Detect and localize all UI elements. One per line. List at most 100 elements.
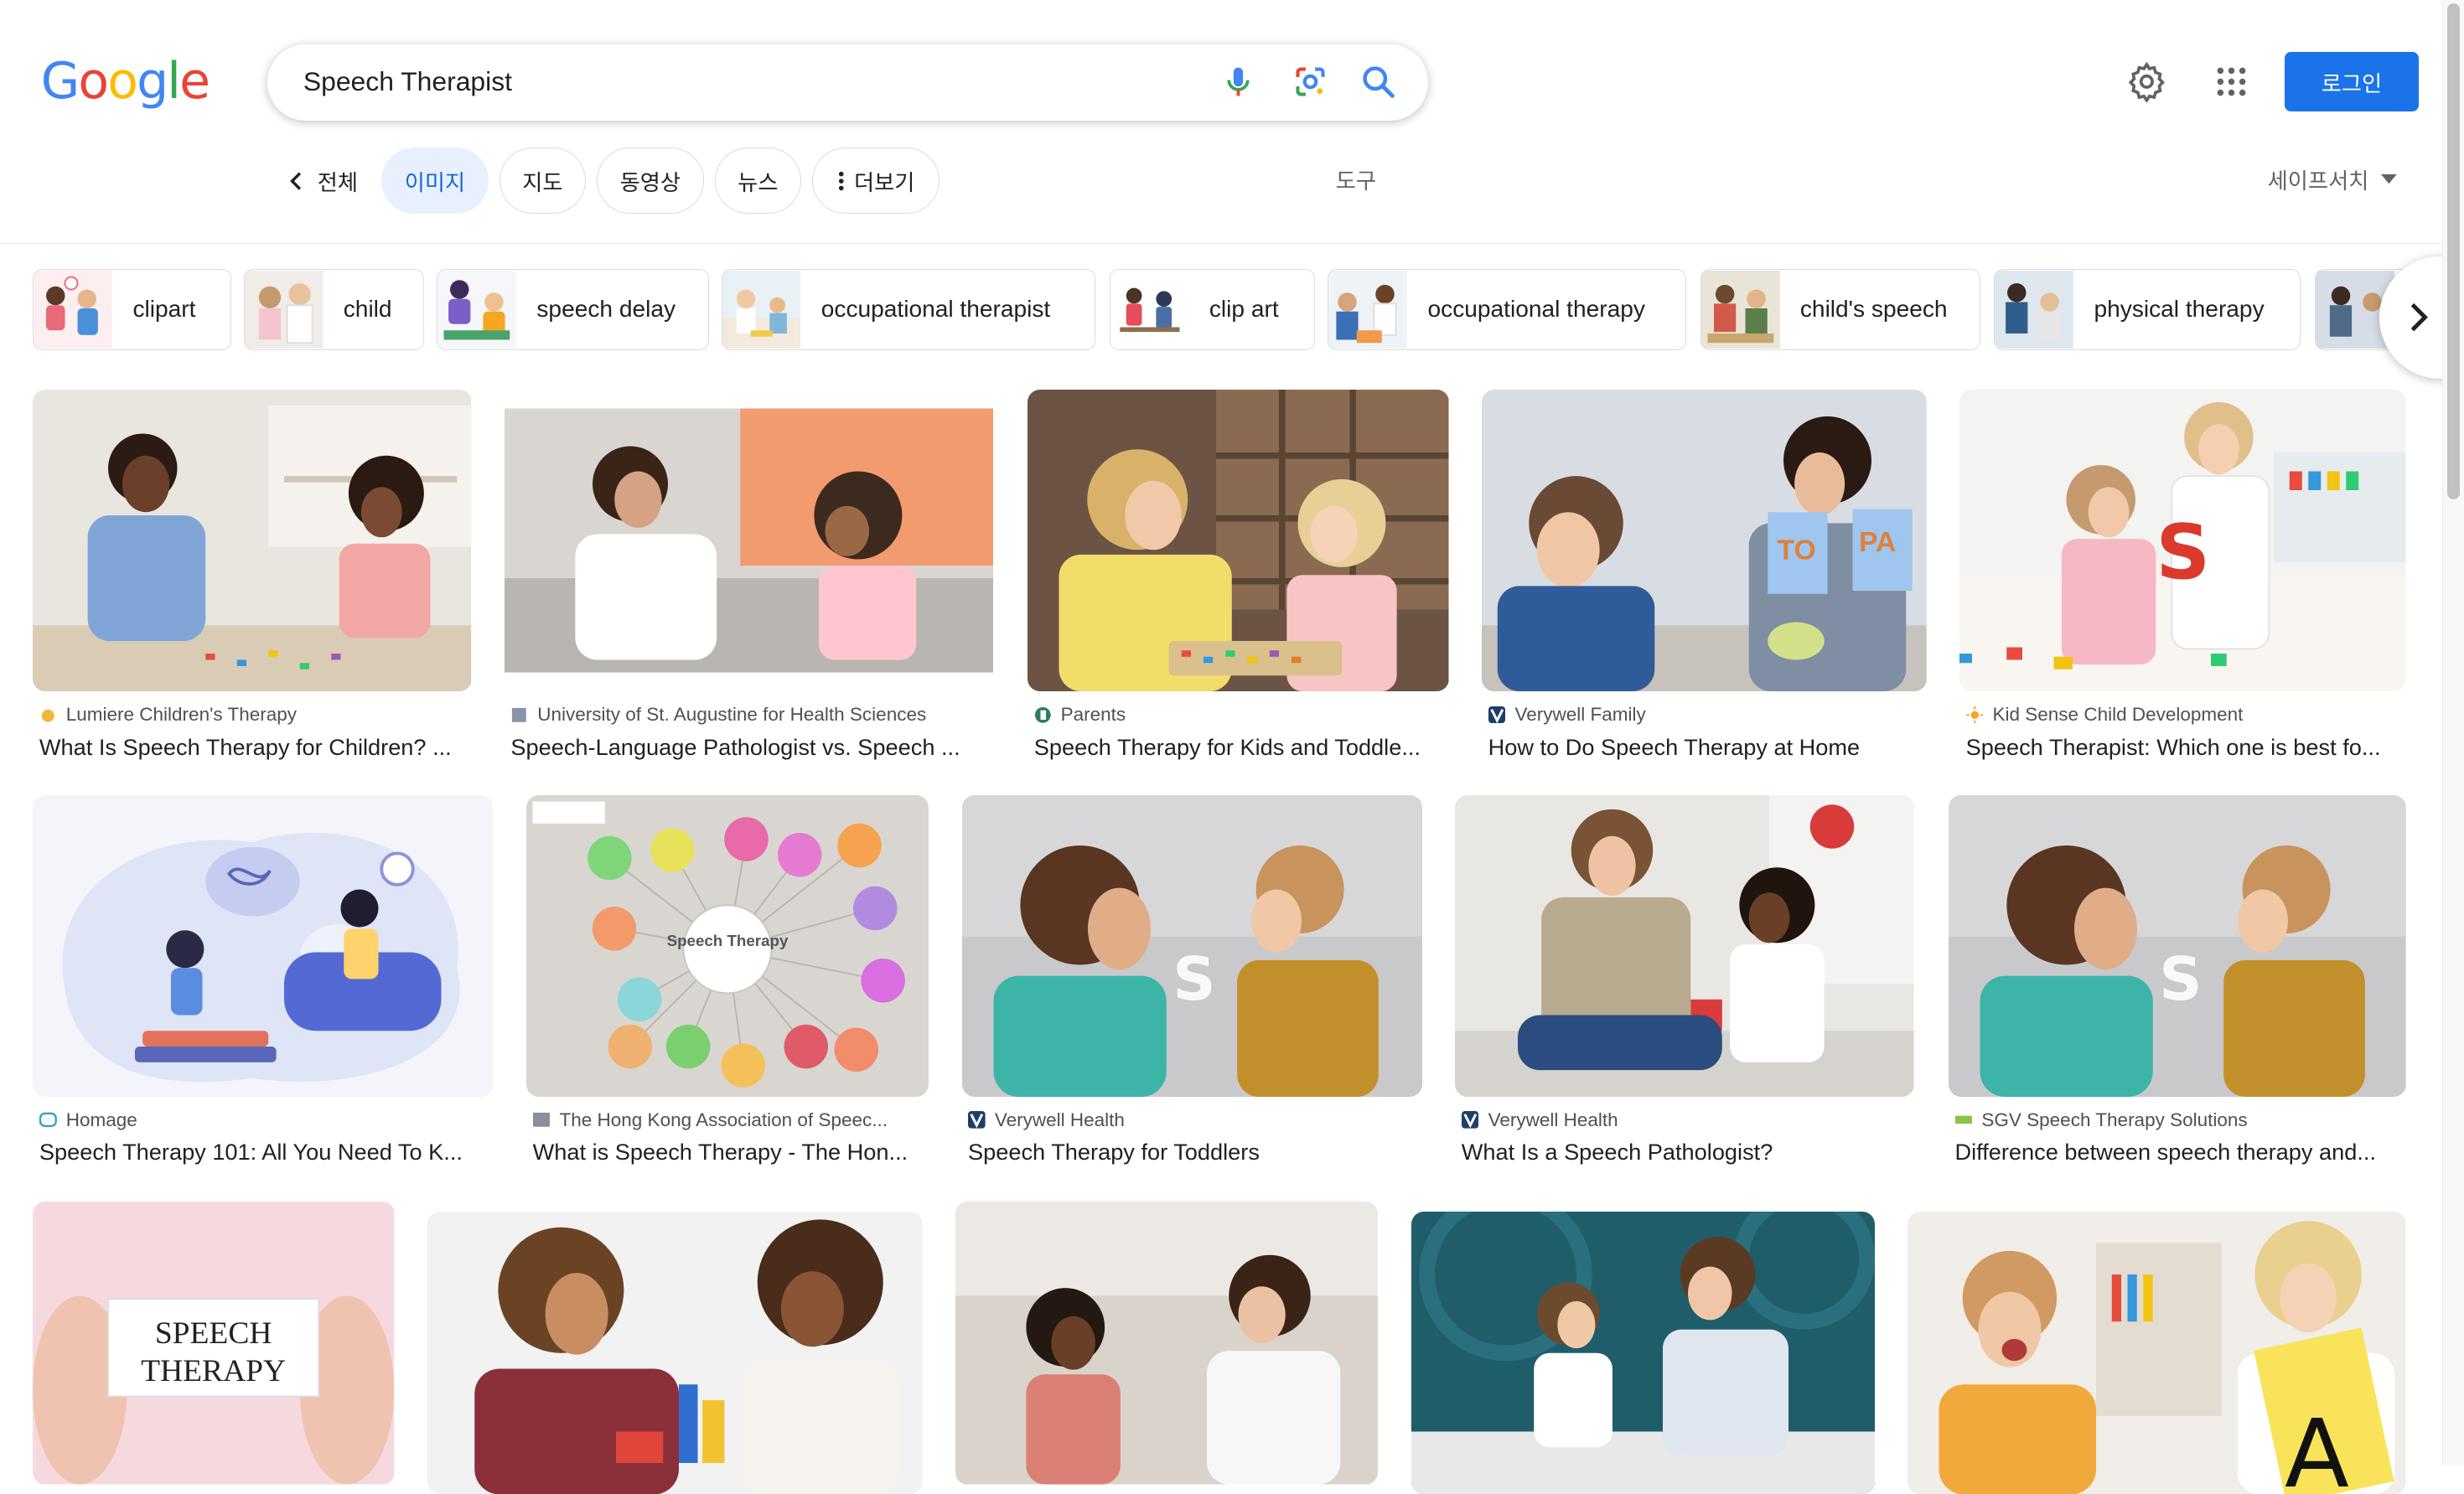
result-image[interactable]: S: [961, 794, 1422, 1097]
page-scrollbar[interactable]: [2441, 0, 2464, 1466]
result-image[interactable]: [504, 390, 993, 691]
result-card[interactable]: S Kid Sense Child Development Speech The…: [1959, 390, 2406, 767]
result-image[interactable]: [33, 390, 472, 691]
result-source: University of St. Augustine for Health S…: [510, 704, 926, 726]
result-image[interactable]: Speech Therapy: [526, 794, 929, 1097]
result-card[interactable]: Homage Speech Therapy 101: All You Need …: [33, 794, 494, 1172]
chip-clipart[interactable]: clipart: [33, 268, 231, 351]
chip-thumbnail: [34, 270, 113, 349]
result-card[interactable]: A: [1908, 1211, 2406, 1494]
result-card[interactable]: Speech Therapy The Hong Kong Association…: [526, 794, 929, 1172]
tab-more-label: 더보기: [853, 170, 915, 196]
safesearch-dropdown[interactable]: 세이프서치: [2268, 163, 2398, 195]
chip-occupational-therapist[interactable]: occupational therapist: [721, 268, 1095, 351]
login-button[interactable]: 로그인: [2285, 51, 2419, 112]
result-title[interactable]: Speech Therapy for Toddlers: [968, 1139, 1421, 1166]
result-title[interactable]: What Is a Speech Pathologist?: [1462, 1139, 1914, 1166]
result-title[interactable]: Speech Therapist: Which one is best fo..…: [1966, 734, 2406, 761]
site-favicon-icon: [1954, 1116, 1973, 1124]
tab-news[interactable]: 뉴스: [714, 147, 801, 214]
chip-thumbnail: [1110, 270, 1189, 349]
tab-more[interactable]: 더보기: [811, 147, 940, 214]
result-source-name: Homage: [65, 1109, 137, 1130]
result-image[interactable]: [1411, 1211, 1875, 1494]
apps-grid-icon[interactable]: [2213, 63, 2250, 101]
result-card[interactable]: Parents Speech Therapy for Kids and Todd…: [1028, 390, 1449, 767]
settings-gear-icon[interactable]: [2126, 61, 2167, 102]
chip-label: physical therapy: [2094, 296, 2265, 323]
site-favicon-icon: [41, 709, 54, 722]
chip-occupational-therapy[interactable]: occupational therapy: [1328, 268, 1686, 351]
chip-thumbnail: [244, 270, 324, 349]
chip-physical-therapy[interactable]: physical therapy: [1994, 268, 2301, 351]
chip-speech-delay[interactable]: speech delay: [437, 268, 709, 351]
chip-label: clip art: [1209, 296, 1279, 323]
search-icon[interactable]: [1359, 63, 1397, 101]
chip-label: speech delay: [536, 296, 676, 323]
result-title[interactable]: Speech Therapy for Kids and Toddle...: [1034, 734, 1446, 761]
result-source: SGV Speech Therapy Solutions: [1954, 1109, 2248, 1131]
result-image[interactable]: S: [1949, 794, 2406, 1097]
tab-videos-label: 동영상: [619, 170, 681, 196]
result-image[interactable]: [955, 1202, 1379, 1485]
search-input[interactable]: [303, 63, 1183, 101]
chip-childs-speech[interactable]: child's speech: [1700, 268, 1980, 351]
result-title[interactable]: Speech Therapy 101: All You Need To K...: [39, 1139, 487, 1166]
result-source-name: Kid Sense Child Development: [1992, 704, 2244, 725]
chip-child[interactable]: child: [243, 268, 425, 351]
result-title[interactable]: What Is Speech Therapy for Children? ...: [39, 734, 474, 761]
more-vert-icon: [839, 171, 844, 190]
search-type-tabs: 전체 이미지 지도 동영상 뉴스 더보기: [277, 147, 940, 214]
result-source-name: Verywell Health: [994, 1109, 1125, 1130]
result-image[interactable]: TO PA: [1482, 390, 1927, 691]
tab-news-label: 뉴스: [738, 170, 779, 196]
result-image[interactable]: [1028, 390, 1449, 691]
result-card[interactable]: S Verywell Health Speech Therapy for Tod…: [961, 794, 1422, 1172]
speech-card-text: THERAPY: [142, 1354, 287, 1388]
result-title[interactable]: Speech-Language Pathologist vs. Speech .…: [510, 734, 982, 761]
tab-maps[interactable]: 지도: [499, 147, 586, 214]
result-image[interactable]: A: [1908, 1211, 2406, 1494]
scrollbar-thumb[interactable]: [2447, 3, 2461, 500]
flashcard-text: TO: [1778, 535, 1816, 566]
letter-text: A: [2285, 1399, 2349, 1494]
result-image[interactable]: [427, 1211, 923, 1494]
result-card[interactable]: Lumiere Children's Therapy What Is Speec…: [33, 390, 473, 767]
result-card[interactable]: SPEECH THERAPY: [33, 1202, 395, 1485]
result-card[interactable]: [427, 1211, 923, 1494]
result-source: Verywell Health: [968, 1109, 1125, 1131]
chip-label: occupational therapist: [820, 296, 1051, 323]
chevron-right-icon: [2410, 303, 2428, 332]
result-title[interactable]: Difference between speech therapy and...: [1955, 1139, 2406, 1166]
google-lens-icon[interactable]: [1292, 63, 1329, 101]
chip-label: child: [343, 296, 392, 323]
google-logo[interactable]: Google: [41, 52, 210, 111]
result-card[interactable]: [1411, 1211, 1875, 1494]
result-source-name: University of St. Augustine for Health S…: [537, 704, 927, 725]
chip-clip-art[interactable]: clip art: [1109, 268, 1316, 351]
result-image[interactable]: SPEECH THERAPY: [33, 1202, 395, 1485]
result-card[interactable]: TO PA Verywell Family How to Do Speech T…: [1482, 390, 1927, 767]
tab-all[interactable]: 전체: [277, 147, 370, 214]
tab-videos[interactable]: 동영상: [597, 147, 704, 214]
tools-button[interactable]: 도구: [1336, 163, 1376, 195]
result-image[interactable]: S: [1959, 390, 2406, 691]
result-source: The Hong Kong Association of Speec...: [532, 1109, 888, 1131]
result-image[interactable]: [33, 794, 494, 1097]
result-title[interactable]: How to Do Speech Therapy at Home: [1488, 734, 1925, 761]
search-box: [267, 44, 1429, 121]
result-title[interactable]: What is Speech Therapy - The Hon...: [533, 1139, 926, 1166]
result-card[interactable]: S SGV Speech Therapy Solutions Differenc…: [1949, 794, 2406, 1172]
chip-thumbnail: [1700, 270, 1780, 349]
result-image[interactable]: [1455, 794, 1914, 1097]
result-source-name: The Hong Kong Association of Speec...: [559, 1109, 888, 1130]
diagram-center-text: Speech Therapy: [667, 932, 789, 949]
result-card[interactable]: University of St. Augustine for Health S…: [504, 390, 995, 767]
related-searches: clipart child speech delay occupational …: [33, 268, 2406, 351]
result-source-name: Parents: [1060, 704, 1126, 725]
result-card[interactable]: Verywell Health What Is a Speech Patholo…: [1455, 794, 1915, 1172]
tab-images[interactable]: 이미지: [381, 147, 489, 214]
microphone-icon[interactable]: [1219, 63, 1257, 101]
result-card[interactable]: [955, 1202, 1379, 1485]
chip-thumbnail: [1328, 270, 1408, 349]
